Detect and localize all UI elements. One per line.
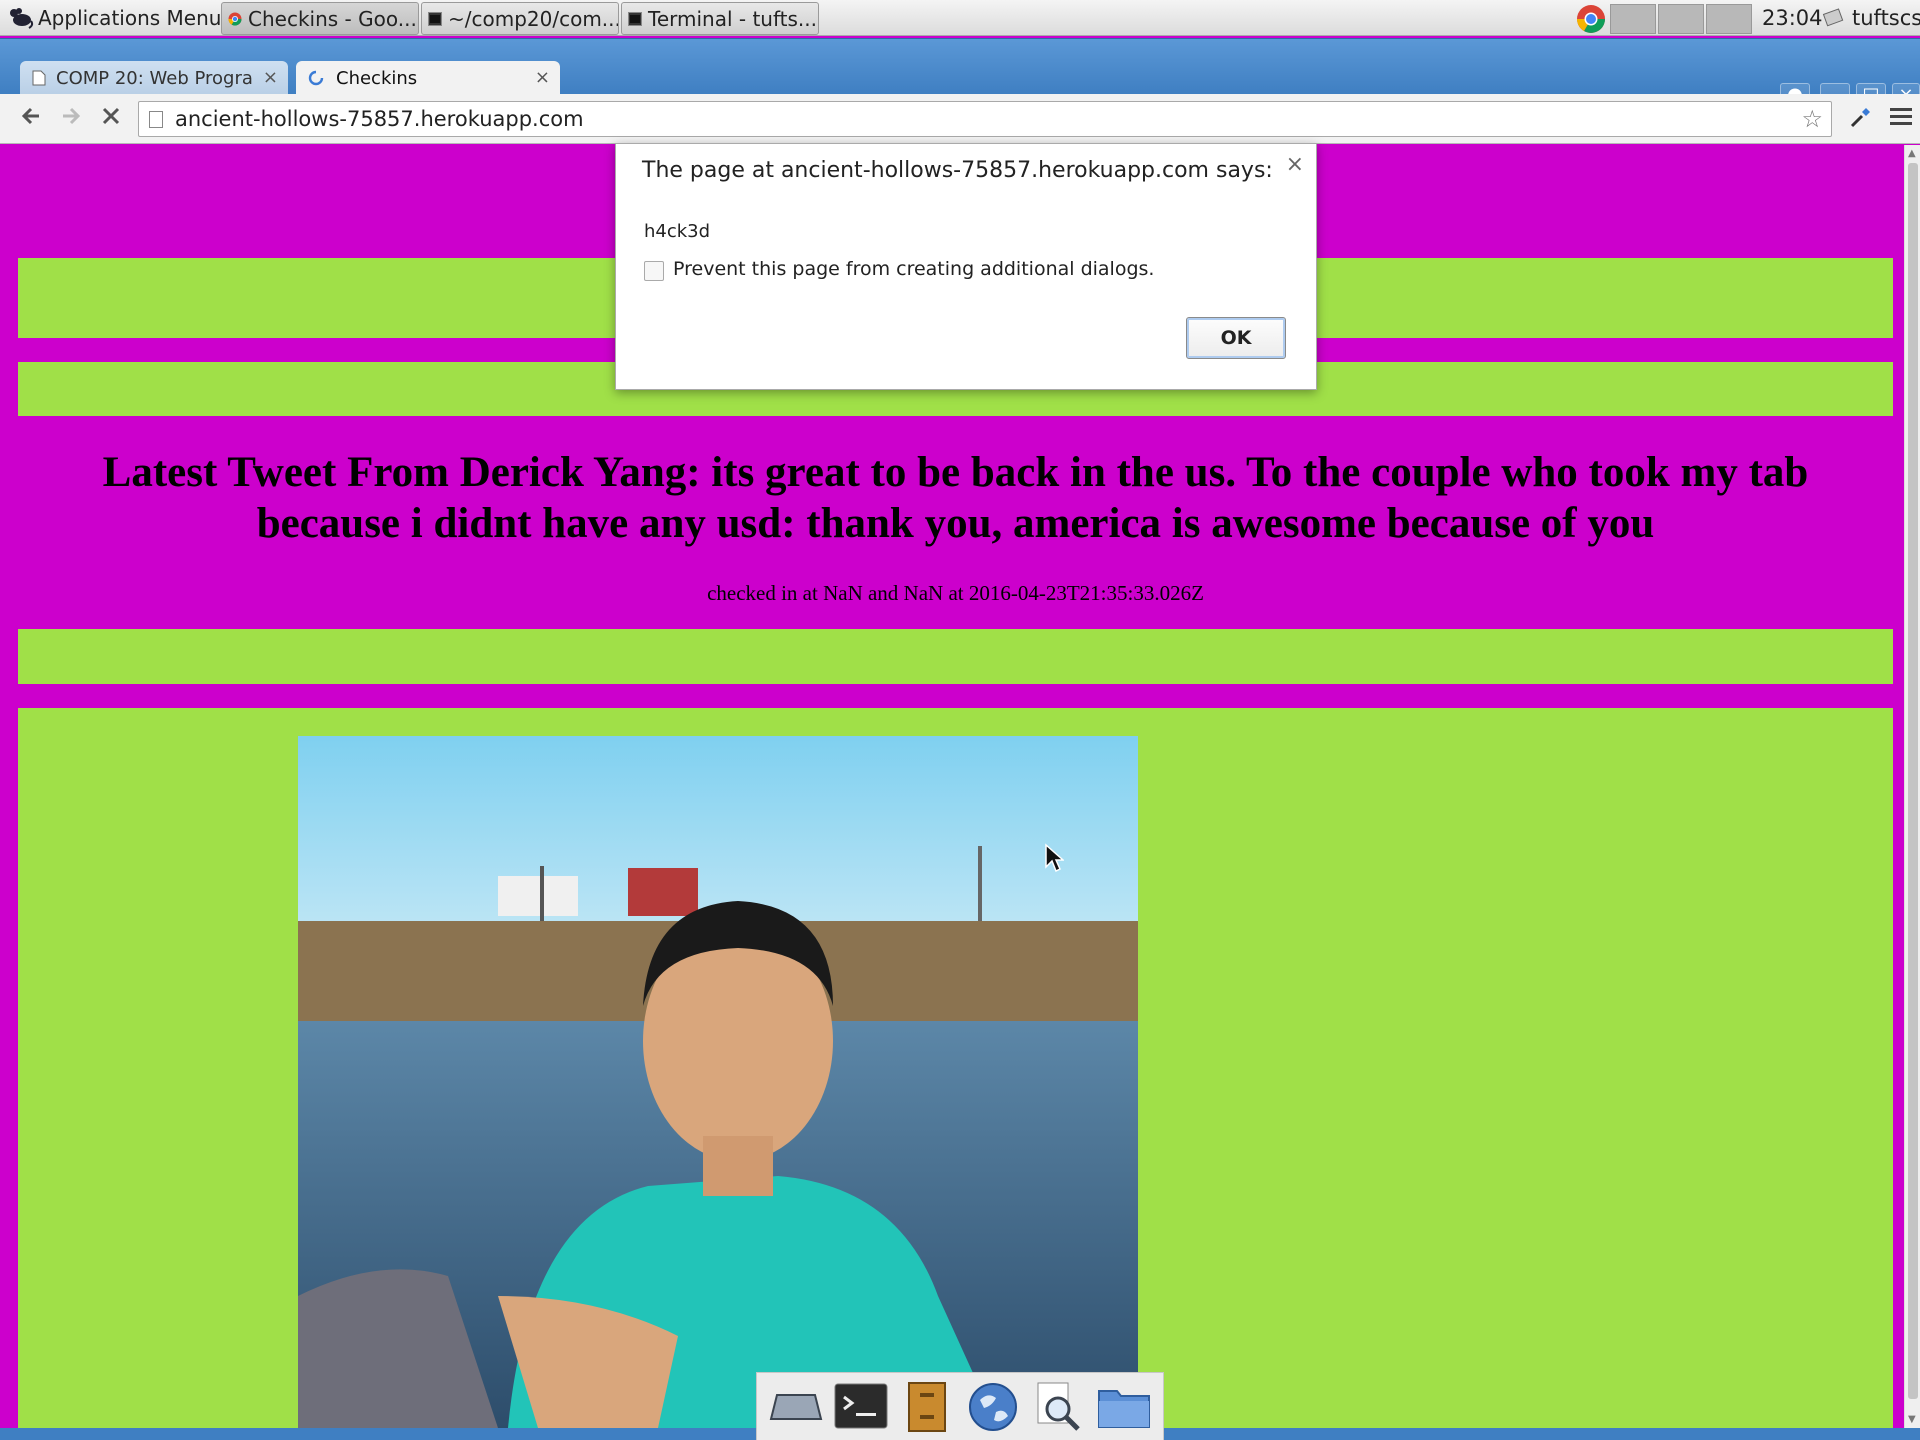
task-label: Terminal - tufts... bbox=[648, 6, 817, 31]
folder-icon[interactable] bbox=[1096, 1379, 1152, 1435]
terminal-icon bbox=[428, 11, 442, 26]
workspace-1[interactable] bbox=[1610, 3, 1656, 34]
prevent-dialogs-label[interactable]: Prevent this page from creating addition… bbox=[673, 258, 1154, 280]
terminal-icon[interactable] bbox=[833, 1379, 889, 1435]
scroll-up-arrow-icon[interactable]: ▲ bbox=[1908, 148, 1916, 159]
dialog-close-icon[interactable]: × bbox=[1286, 152, 1304, 177]
back-button[interactable] bbox=[16, 104, 46, 134]
forward-arrow-icon bbox=[63, 107, 81, 125]
user-name[interactable]: tuftscs bbox=[1852, 0, 1920, 36]
task-comp20-folder[interactable]: ~/comp20/com... bbox=[421, 2, 619, 35]
dialog-title: The page at ancient-hollows-75857.heroku… bbox=[642, 158, 1273, 183]
tab-comp20[interactable]: COMP 20: Web Progra × bbox=[20, 61, 288, 95]
checkin-info: checked in at NaN and NaN at 2016-04-23T… bbox=[707, 581, 1204, 605]
workspace-2[interactable] bbox=[1658, 3, 1704, 34]
network-icon[interactable] bbox=[1822, 7, 1846, 29]
profile-photo bbox=[298, 736, 1138, 1428]
applications-menu-label: Applications Menu bbox=[38, 6, 222, 30]
page-scrollbar[interactable]: ▲ ▼ bbox=[1904, 145, 1920, 1428]
tab-checkins[interactable]: Checkins × bbox=[296, 61, 560, 95]
eyedropper-extension-icon[interactable] bbox=[1846, 104, 1876, 134]
browser-tab-strip: COMP 20: Web Progra × Checkins × ● – □ × bbox=[0, 38, 1920, 127]
prevent-dialogs-checkbox[interactable] bbox=[644, 261, 664, 281]
loading-spinner-icon bbox=[308, 70, 324, 86]
stop-button[interactable] bbox=[96, 104, 126, 134]
alert-dialog: The page at ancient-hollows-75857.heroku… bbox=[615, 143, 1317, 390]
xfce-mouse-icon bbox=[10, 8, 34, 29]
close-tab-icon[interactable]: × bbox=[535, 67, 550, 88]
task-label: Checkins - Goo... bbox=[248, 6, 417, 31]
green-band bbox=[18, 629, 1893, 684]
task-label: ~/comp20/com... bbox=[448, 6, 619, 31]
scrollbar-thumb[interactable] bbox=[1908, 163, 1918, 1399]
address-bar[interactable]: ancient-hollows-75857.herokuapp.com ☆ bbox=[138, 101, 1832, 137]
search-icon[interactable] bbox=[1030, 1379, 1086, 1435]
clock: 23:04 bbox=[1762, 6, 1823, 30]
chrome-icon bbox=[228, 12, 242, 25]
back-arrow-icon bbox=[21, 107, 39, 125]
dock bbox=[756, 1372, 1164, 1440]
forward-button[interactable] bbox=[56, 104, 86, 134]
task-checkins-chrome[interactable]: Checkins - Goo... bbox=[221, 2, 419, 35]
chrome-icon[interactable] bbox=[1574, 3, 1608, 35]
stop-icon bbox=[102, 107, 120, 125]
tab-title: Checkins bbox=[336, 67, 418, 89]
bookmark-star-icon[interactable]: ☆ bbox=[1801, 105, 1823, 133]
ok-button[interactable]: OK bbox=[1186, 317, 1286, 359]
terminal-icon bbox=[628, 11, 642, 26]
close-tab-icon[interactable]: × bbox=[263, 67, 278, 88]
desktop-icon[interactable] bbox=[768, 1379, 824, 1435]
page-icon bbox=[149, 111, 163, 128]
dialog-message: h4ck3d bbox=[644, 221, 711, 242]
system-tray bbox=[1574, 2, 1752, 35]
top-panel: Applications Menu Checkins - Goo... ~/co… bbox=[0, 0, 1920, 36]
url-text[interactable]: ancient-hollows-75857.herokuapp.com bbox=[175, 102, 584, 136]
browser-toolbar: ancient-hollows-75857.herokuapp.com ☆ bbox=[0, 94, 1920, 144]
chrome-menu-icon[interactable] bbox=[1888, 104, 1914, 134]
file-cabinet-icon[interactable] bbox=[899, 1379, 955, 1435]
workspace-3[interactable] bbox=[1706, 3, 1752, 34]
tab-title: COMP 20: Web Progra bbox=[56, 67, 253, 89]
web-browser-icon[interactable] bbox=[965, 1379, 1021, 1435]
latest-tweet-heading: Latest Tweet From Derick Yang: its great… bbox=[102, 449, 1809, 547]
scroll-down-arrow-icon[interactable]: ▼ bbox=[1908, 1414, 1916, 1425]
applications-menu[interactable]: Applications Menu bbox=[2, 2, 227, 34]
mouse-cursor-icon bbox=[1045, 843, 1064, 873]
page-icon bbox=[32, 70, 46, 86]
task-terminal[interactable]: Terminal - tufts... bbox=[621, 2, 819, 35]
